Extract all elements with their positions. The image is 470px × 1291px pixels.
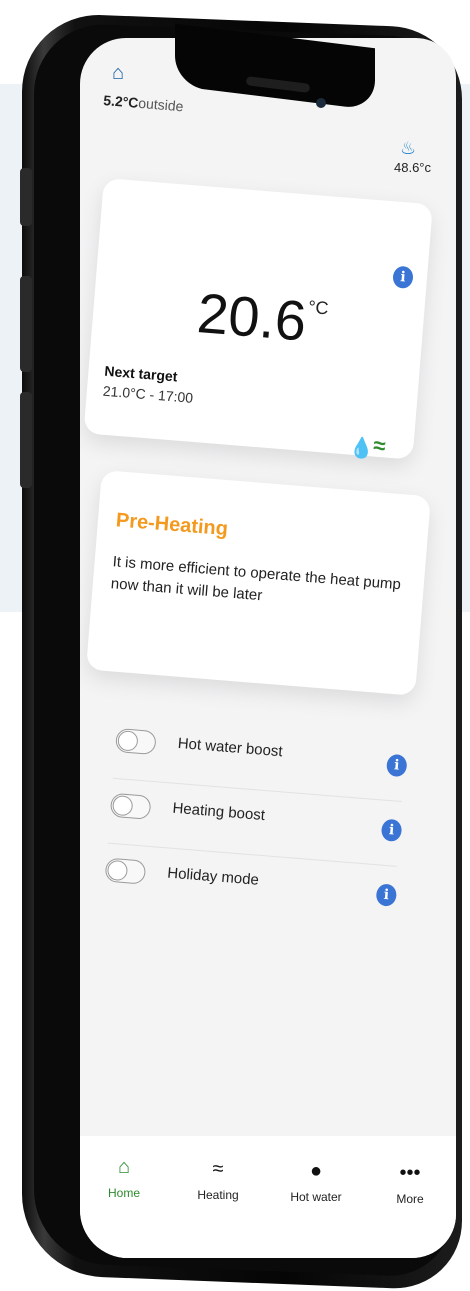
tab-home-label: Home xyxy=(107,1186,140,1200)
tab-hot-water-label: Hot water xyxy=(290,1190,342,1204)
heating-boost-label: Heating boost xyxy=(171,799,266,825)
outside-temperature: 5.2°Coutside xyxy=(103,92,184,114)
temperature-unit: °C xyxy=(307,296,330,319)
water-drop-icon: 💧 xyxy=(348,436,375,461)
info-icon[interactable]: i xyxy=(392,265,414,290)
outside-status: ⌂ xyxy=(104,62,124,85)
next-target-value: 21.0°C - 17:00 xyxy=(102,382,194,406)
home-icon: ⌂ xyxy=(117,1156,131,1178)
tab-home[interactable]: ⌂ Home xyxy=(84,1156,164,1200)
tab-hot-water[interactable]: ● Hot water xyxy=(276,1160,356,1204)
heating-boost-switch[interactable] xyxy=(109,792,152,820)
home-icon: ⌂ xyxy=(112,62,125,84)
tab-heating[interactable]: ≈ Heating xyxy=(178,1158,258,1202)
bottom-tab-bar: ⌂ Home ≈ Heating ● Hot water ••• More xyxy=(80,1136,456,1258)
preheating-title: Pre-Heating xyxy=(115,509,229,541)
front-camera xyxy=(316,98,326,108)
next-target-label: Next target xyxy=(103,362,179,385)
outside-temp-label: outside xyxy=(137,94,185,115)
switch-knob xyxy=(106,859,129,882)
heat-waves-icon: ≈ xyxy=(212,1158,224,1180)
preheating-card: Pre-Heating It is more efficient to oper… xyxy=(85,470,431,696)
tab-more[interactable]: ••• More xyxy=(370,1162,450,1206)
mute-switch xyxy=(20,168,32,226)
hot-water-boost-label: Hot water boost xyxy=(177,734,284,761)
outside-temp-value: 5.2°C xyxy=(102,92,140,111)
heat-waves-icon: ≈ xyxy=(372,432,387,459)
tap-icon: ♨ xyxy=(400,138,417,158)
volume-down-button xyxy=(20,392,32,488)
volume-up-button xyxy=(20,276,32,372)
temperature-card: i 20.6 °C Next target 21.0°C - 17:00 💧 ≈ xyxy=(83,178,433,461)
app-screen: ⌂ 5.2°Coutside ♨ 48.6°c i 20.6 °C Next t… xyxy=(80,38,456,1258)
more-dots-icon: ••• xyxy=(399,1162,421,1184)
holiday-mode-label: Holiday mode xyxy=(166,864,260,889)
switch-knob xyxy=(111,794,134,817)
info-icon[interactable]: i xyxy=(375,883,398,907)
hot-water-temperature: 48.6°c xyxy=(394,160,432,175)
water-drop-icon: ● xyxy=(309,1160,323,1182)
preheating-text: It is more efficient to operate the heat… xyxy=(110,553,402,605)
tab-heating-label: Heating xyxy=(197,1188,239,1202)
switch-knob xyxy=(117,730,139,752)
info-icon[interactable]: i xyxy=(385,753,408,778)
current-temperature: 20.6 xyxy=(194,281,309,353)
tab-more-label: More xyxy=(396,1192,424,1206)
toggle-list: Hot water boost i Heating boost i Holida… xyxy=(102,714,408,931)
holiday-mode-switch[interactable] xyxy=(104,857,147,885)
info-icon[interactable]: i xyxy=(380,818,403,843)
hot-water-boost-switch[interactable] xyxy=(114,727,157,756)
